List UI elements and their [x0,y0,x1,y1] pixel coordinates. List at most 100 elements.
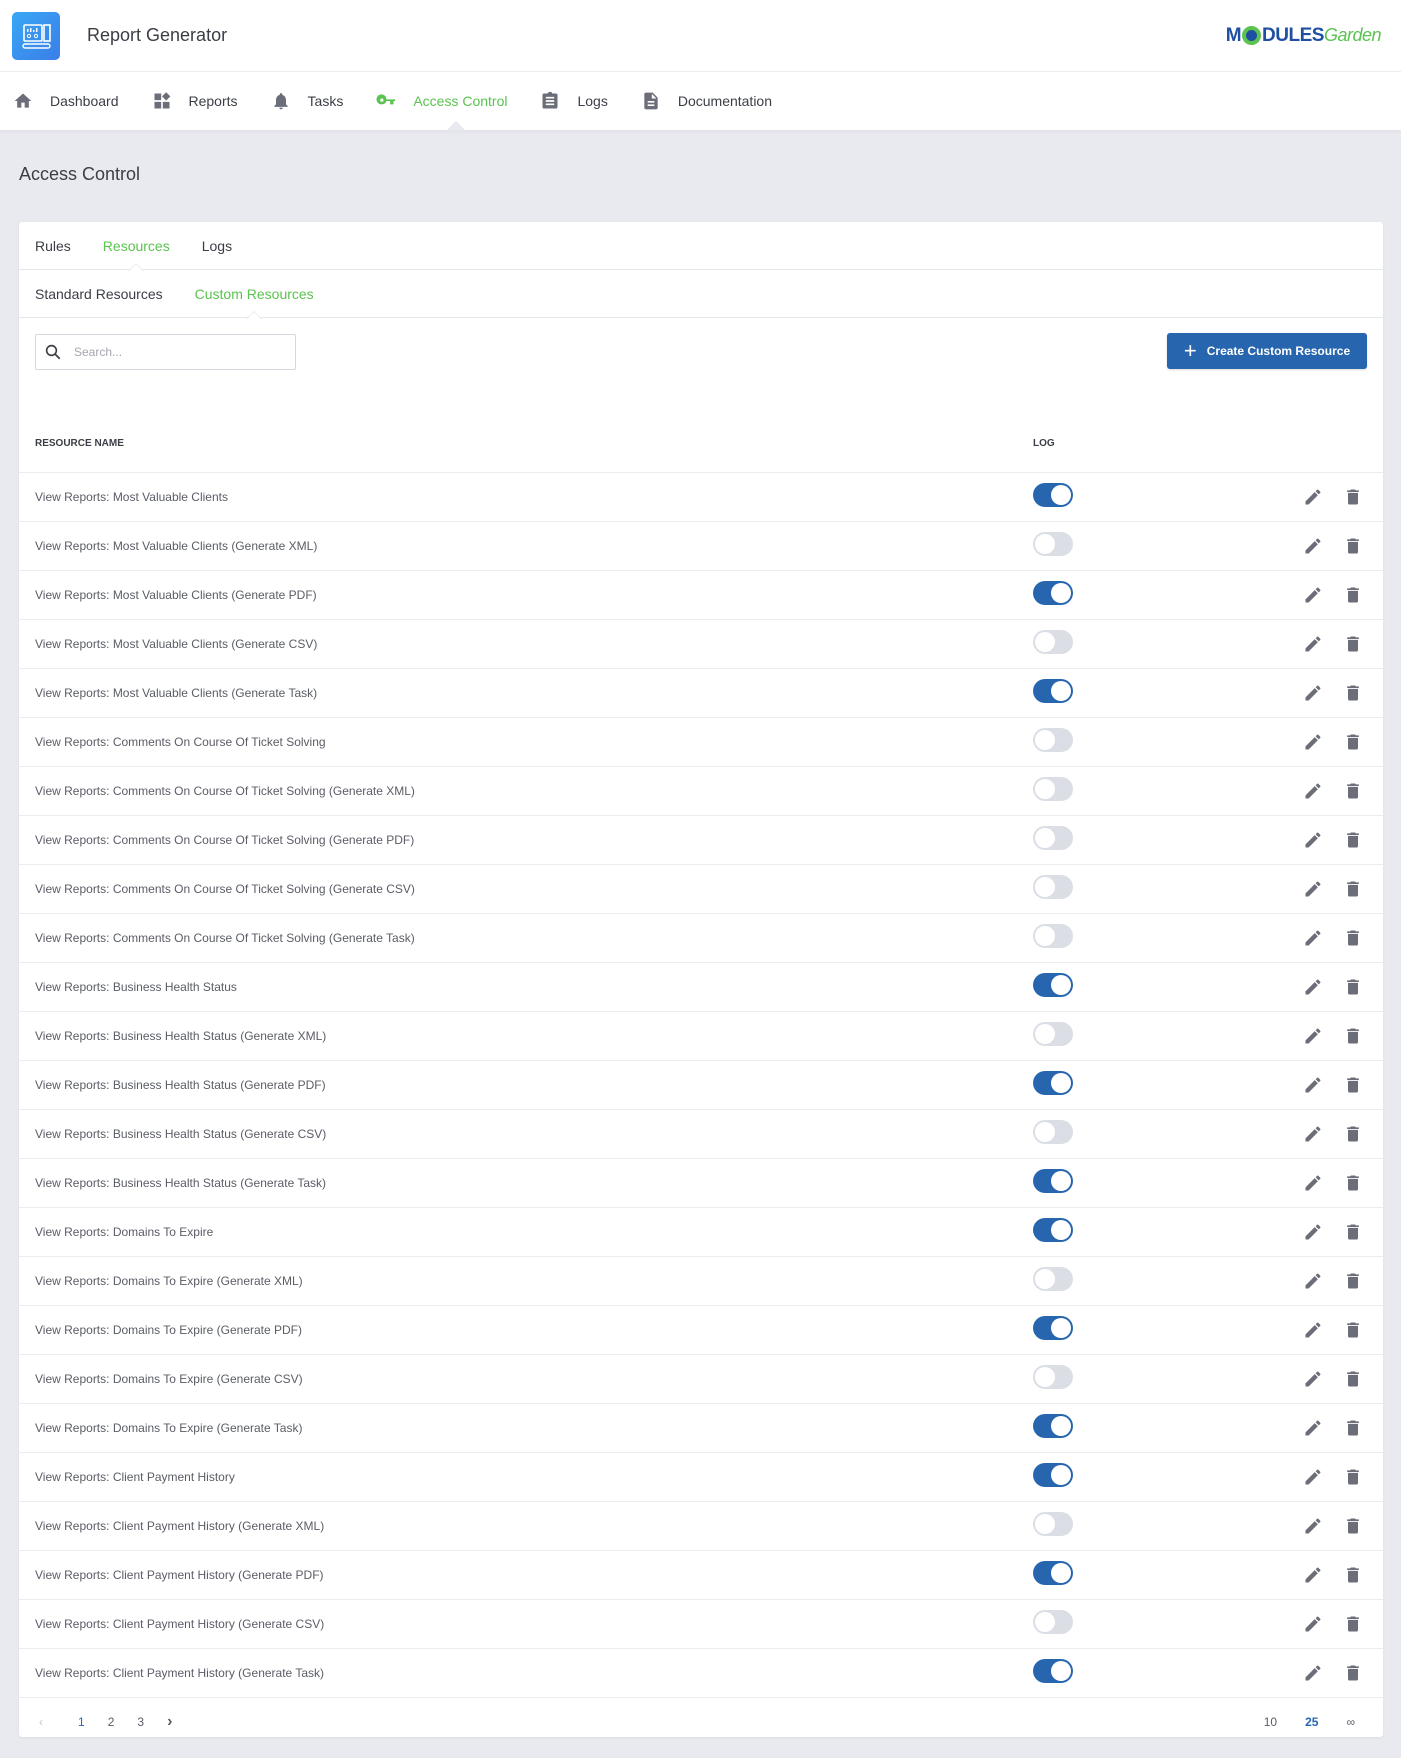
delete-trash-icon[interactable] [1343,536,1363,556]
edit-pencil-icon[interactable] [1303,1418,1323,1438]
log-toggle[interactable] [1033,777,1073,801]
column-header-resource-name[interactable]: RESOURCE NAME [19,412,1033,473]
log-toggle[interactable] [1033,679,1073,703]
delete-trash-icon[interactable] [1343,928,1363,948]
edit-pencil-icon[interactable] [1303,585,1323,605]
page-3-button[interactable]: 3 [137,1715,144,1729]
search-box[interactable] [35,334,296,370]
delete-trash-icon[interactable] [1343,1614,1363,1634]
nav-item-documentation[interactable]: Documentation [640,72,772,130]
delete-trash-icon[interactable] [1343,1369,1363,1389]
edit-pencil-icon[interactable] [1303,977,1323,997]
log-toggle[interactable] [1033,1267,1073,1291]
nav-item-tasks[interactable]: Tasks [270,72,343,130]
edit-pencil-icon[interactable] [1303,1614,1323,1634]
edit-pencil-icon[interactable] [1303,1516,1323,1536]
per-page-option[interactable]: 25 [1305,1715,1318,1729]
log-toggle[interactable] [1033,483,1073,507]
column-header-log[interactable]: LOG [1033,412,1273,473]
edit-pencil-icon[interactable] [1303,487,1323,507]
delete-trash-icon[interactable] [1343,1320,1363,1340]
log-toggle[interactable] [1033,1610,1073,1634]
delete-trash-icon[interactable] [1343,1075,1363,1095]
log-toggle[interactable] [1033,924,1073,948]
log-toggle[interactable] [1033,1463,1073,1487]
delete-trash-icon[interactable] [1343,1026,1363,1046]
delete-trash-icon[interactable] [1343,1467,1363,1487]
nav-item-dashboard[interactable]: Dashboard [12,72,119,130]
edit-pencil-icon[interactable] [1303,1222,1323,1242]
log-toggle[interactable] [1033,1316,1073,1340]
edit-pencil-icon[interactable] [1303,781,1323,801]
delete-trash-icon[interactable] [1343,781,1363,801]
search-input[interactable] [74,345,274,359]
tab-rules[interactable]: Rules [35,222,71,270]
nav-item-logs[interactable]: Logs [539,72,608,130]
edit-pencil-icon[interactable] [1303,1320,1323,1340]
edit-pencil-icon[interactable] [1303,1565,1323,1585]
edit-pencil-icon[interactable] [1303,1663,1323,1683]
subtab-custom-resources[interactable]: Custom Resources [195,270,314,319]
log-toggle[interactable] [1033,1120,1073,1144]
delete-trash-icon[interactable] [1343,1124,1363,1144]
delete-trash-icon[interactable] [1343,830,1363,850]
log-toggle[interactable] [1033,826,1073,850]
delete-trash-icon[interactable] [1343,634,1363,654]
nav-item-reports[interactable]: Reports [151,72,238,130]
log-toggle[interactable] [1033,973,1073,997]
log-toggle[interactable] [1033,581,1073,605]
log-toggle[interactable] [1033,1365,1073,1389]
nav-item-access-control[interactable]: Access Control [375,72,507,130]
next-page-button[interactable]: › [167,1713,172,1731]
tab-logs[interactable]: Logs [202,222,232,270]
edit-pencil-icon[interactable] [1303,928,1323,948]
edit-pencil-icon[interactable] [1303,536,1323,556]
subtab-standard-resources[interactable]: Standard Resources [35,270,163,318]
prev-page-button[interactable]: ‹ [39,1715,43,1729]
edit-pencil-icon[interactable] [1303,732,1323,752]
page-1-button[interactable]: 1 [78,1715,85,1729]
edit-pencil-icon[interactable] [1303,1075,1323,1095]
delete-trash-icon[interactable] [1343,1271,1363,1291]
log-toggle[interactable] [1033,1414,1073,1438]
edit-pencil-icon[interactable] [1303,830,1323,850]
delete-trash-icon[interactable] [1343,1173,1363,1193]
log-toggle[interactable] [1033,728,1073,752]
delete-trash-icon[interactable] [1343,1222,1363,1242]
edit-pencil-icon[interactable] [1303,683,1323,703]
log-toggle[interactable] [1033,1659,1073,1683]
log-toggle[interactable] [1033,1218,1073,1242]
delete-trash-icon[interactable] [1343,487,1363,507]
edit-pencil-icon[interactable] [1303,1369,1323,1389]
edit-pencil-icon[interactable] [1303,1467,1323,1487]
delete-trash-icon[interactable] [1343,1418,1363,1438]
delete-trash-icon[interactable] [1343,1516,1363,1536]
per-page-option[interactable]: 10 [1264,1715,1277,1729]
delete-trash-icon[interactable] [1343,879,1363,899]
tab-resources[interactable]: Resources [103,222,170,271]
edit-pencil-icon[interactable] [1303,879,1323,899]
log-toggle[interactable] [1033,1071,1073,1095]
edit-pencil-icon[interactable] [1303,1026,1323,1046]
per-page-option[interactable]: ∞ [1346,1715,1355,1729]
edit-pencil-icon[interactable] [1303,1124,1323,1144]
log-toggle[interactable] [1033,532,1073,556]
log-toggle[interactable] [1033,1169,1073,1193]
edit-pencil-icon[interactable] [1303,634,1323,654]
resource-name: View Reports: Most Valuable Clients [19,472,1033,522]
log-toggle[interactable] [1033,630,1073,654]
log-toggle[interactable] [1033,1561,1073,1585]
delete-trash-icon[interactable] [1343,977,1363,997]
delete-trash-icon[interactable] [1343,732,1363,752]
log-toggle[interactable] [1033,1512,1073,1536]
log-toggle[interactable] [1033,875,1073,899]
create-custom-resource-button[interactable]: + Create Custom Resource [1167,333,1367,369]
edit-pencil-icon[interactable] [1303,1271,1323,1291]
delete-trash-icon[interactable] [1343,1565,1363,1585]
delete-trash-icon[interactable] [1343,683,1363,703]
page-2-button[interactable]: 2 [108,1715,115,1729]
delete-trash-icon[interactable] [1343,1663,1363,1683]
log-toggle[interactable] [1033,1022,1073,1046]
delete-trash-icon[interactable] [1343,585,1363,605]
edit-pencil-icon[interactable] [1303,1173,1323,1193]
